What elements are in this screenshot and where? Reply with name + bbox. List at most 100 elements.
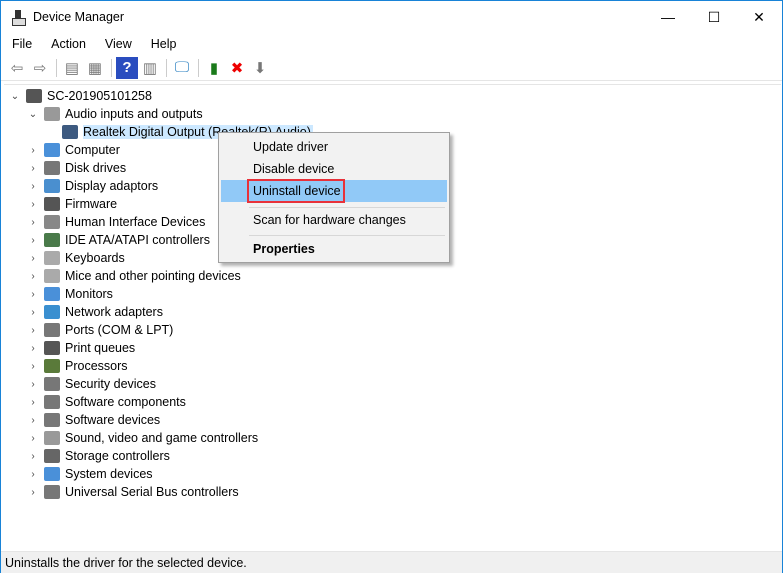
tree-item-label: Firmware (65, 197, 118, 211)
device-icon (26, 89, 42, 103)
device-icon (44, 395, 60, 409)
chevron-right-icon[interactable]: › (26, 379, 40, 390)
tree-item-system-devices[interactable]: › System devices (26, 465, 153, 483)
tree-item-audio[interactable]: ⌄ Audio inputs and outputs (26, 105, 203, 123)
chevron-right-icon[interactable]: › (26, 217, 40, 228)
forward-icon[interactable]: ⇨ (29, 57, 51, 79)
chevron-right-icon[interactable]: › (26, 433, 40, 444)
chevron-right-icon[interactable]: › (26, 451, 40, 462)
disable-device-icon[interactable]: ⬇ (249, 57, 271, 79)
menu-help[interactable]: Help (140, 37, 185, 51)
tree-item-label: Disk drives (65, 161, 127, 175)
properties-icon[interactable]: ▦ (84, 57, 106, 79)
window-title: Device Manager (33, 10, 125, 24)
chevron-right-icon[interactable]: › (26, 415, 40, 426)
chevron-right-icon[interactable]: › (26, 289, 40, 300)
device-manager-window: Device Manager — ☐ ✕ File Action View He… (0, 0, 783, 573)
tree-item-processors[interactable]: › Processors (26, 357, 128, 375)
update-driver-icon[interactable]: ▮ (203, 57, 225, 79)
chevron-right-icon[interactable]: › (26, 469, 40, 480)
close-button[interactable]: ✕ (736, 1, 782, 33)
chevron-right-icon[interactable]: › (26, 307, 40, 318)
tree-item-network-adapters[interactable]: › Network adapters (26, 303, 163, 321)
device-icon (44, 377, 60, 391)
tree-item-sound-video-and-game-controllers[interactable]: › Sound, video and game controllers (26, 429, 258, 447)
tree-item-ports-com-lpt-[interactable]: › Ports (COM & LPT) (26, 321, 173, 339)
chevron-right-icon[interactable]: › (26, 235, 40, 246)
tree-item-label: Audio inputs and outputs (65, 107, 203, 121)
menu-item-properties[interactable]: Properties (221, 238, 447, 260)
tree-item-security-devices[interactable]: › Security devices (26, 375, 156, 393)
tree-item-label: Mice and other pointing devices (65, 269, 241, 283)
chevron-right-icon[interactable]: › (26, 253, 40, 264)
tree-item-storage-controllers[interactable]: › Storage controllers (26, 447, 170, 465)
menu-item-scan-hardware[interactable]: Scan for hardware changes (221, 209, 447, 231)
device-icon (44, 323, 60, 337)
menu-file[interactable]: File (1, 37, 40, 51)
tree-item-label: SC-201905101258 (47, 89, 152, 103)
menu-view[interactable]: View (94, 37, 140, 51)
tree-item-software-components[interactable]: › Software components (26, 393, 186, 411)
device-icon (44, 467, 60, 481)
device-icon (44, 305, 60, 319)
tree-item-print-queues[interactable]: › Print queues (26, 339, 135, 357)
tree-root[interactable]: ⌄ SC-201905101258 (8, 87, 152, 105)
tree-item-universal-serial-bus-controllers[interactable]: › Universal Serial Bus controllers (26, 483, 239, 501)
tree-item-label: Human Interface Devices (65, 215, 206, 229)
uninstall-icon[interactable]: ✖ (226, 57, 248, 79)
device-icon (44, 341, 60, 355)
tree-item-label: System devices (65, 467, 153, 481)
chevron-right-icon[interactable]: › (26, 181, 40, 192)
menu-item-disable-device[interactable]: Disable device (221, 158, 447, 180)
tree-item-ide-ata-atapi-controllers[interactable]: › IDE ATA/ATAPI controllers (26, 231, 210, 249)
tree-item-firmware[interactable]: › Firmware (26, 195, 117, 213)
tree-item-label: Processors (65, 359, 128, 373)
chevron-right-icon[interactable]: › (26, 325, 40, 336)
action-pane-icon[interactable]: ▥ (139, 57, 161, 79)
device-icon (44, 197, 60, 211)
tree-item-label: IDE ATA/ATAPI controllers (65, 233, 210, 247)
help-icon[interactable]: ? (116, 56, 138, 79)
chevron-right-icon[interactable]: › (26, 145, 40, 156)
chevron-right-icon[interactable]: › (26, 487, 40, 498)
menu-item-update-driver[interactable]: Update driver (221, 136, 447, 158)
tree-item-human-interface-devices[interactable]: › Human Interface Devices (26, 213, 205, 231)
toolbar: ⇦ ⇨ ▤ ▦? ▥ 🖵 ▮ ✖ ⬇ (1, 55, 782, 81)
device-icon (44, 179, 60, 193)
device-icon (44, 251, 60, 265)
tree-item-label: Display adaptors (65, 179, 159, 193)
tree-item-computer[interactable]: › Computer (26, 141, 120, 159)
tree-item-label: Sound, video and game controllers (65, 431, 259, 445)
toolbar-separator (166, 58, 167, 77)
chevron-down-icon[interactable]: ⌄ (26, 109, 40, 120)
tree-item-keyboards[interactable]: › Keyboards (26, 249, 125, 267)
toolbar-separator (56, 58, 57, 77)
device-icon (44, 287, 60, 301)
tree-item-label: Computer (65, 143, 120, 157)
tree-item-disk-drives[interactable]: › Disk drives (26, 159, 126, 177)
chevron-right-icon[interactable]: › (26, 163, 40, 174)
chevron-right-icon[interactable]: › (26, 397, 40, 408)
device-icon (44, 269, 60, 283)
show-hide-console-tree-icon[interactable]: ▤ (61, 57, 83, 79)
tree-item-label: Keyboards (65, 251, 125, 265)
chevron-right-icon[interactable]: › (26, 271, 40, 282)
chevron-right-icon[interactable]: › (26, 361, 40, 372)
chevron-down-icon[interactable]: ⌄ (8, 91, 22, 102)
tree-item-label: Storage controllers (65, 449, 170, 463)
back-icon[interactable]: ⇦ (6, 57, 28, 79)
maximize-button[interactable]: ☐ (691, 1, 737, 33)
device-icon (44, 233, 60, 247)
chevron-right-icon[interactable]: › (26, 343, 40, 354)
minimize-button[interactable]: — (645, 1, 691, 33)
tree-item-monitors[interactable]: › Monitors (26, 285, 113, 303)
menu-item-uninstall-device[interactable]: Uninstall device (221, 179, 447, 203)
menu-action[interactable]: Action (40, 37, 94, 51)
toolbar-separator (111, 58, 112, 77)
chevron-right-icon[interactable]: › (26, 199, 40, 210)
tree-item-software-devices[interactable]: › Software devices (26, 411, 160, 429)
scan-hardware-icon[interactable]: 🖵 (171, 57, 193, 79)
menu-bar: File Action View Help (1, 33, 185, 55)
tree-item-display-adaptors[interactable]: › Display adaptors (26, 177, 158, 195)
tree-item-mice-and-other-pointing-devices[interactable]: › Mice and other pointing devices (26, 267, 241, 285)
